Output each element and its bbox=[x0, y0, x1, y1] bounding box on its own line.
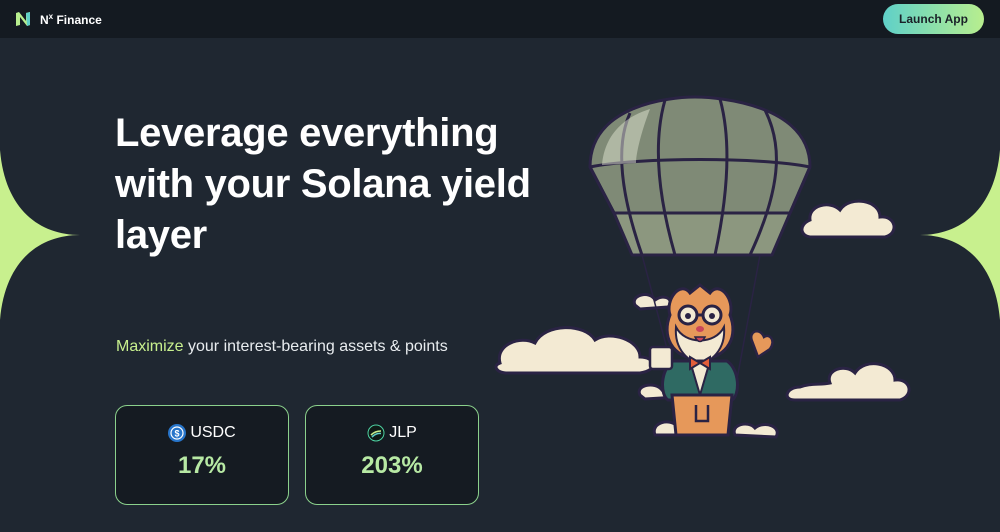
nx-logo-icon bbox=[16, 12, 30, 26]
hero-subtitle: Maximize your interest-bearing assets & … bbox=[116, 338, 448, 356]
subtitle-accent: Maximize bbox=[116, 338, 184, 355]
jlp-label: JLP bbox=[389, 424, 417, 441]
hero-title: Leverage everything with your Solana yie… bbox=[115, 111, 531, 257]
top-nav-bar: Nx Finance Launch App bbox=[0, 0, 1000, 38]
jlp-icon bbox=[367, 424, 386, 442]
launch-app-button[interactable]: Launch App bbox=[883, 4, 984, 34]
svg-text:$: $ bbox=[175, 429, 180, 439]
cat-hot-air-balloon-illustration bbox=[494, 95, 911, 439]
subtitle-rest: your interest-bearing assets & points bbox=[183, 338, 448, 355]
usdc-yield-value: 17% bbox=[177, 452, 227, 479]
right-wave-decoration bbox=[920, 150, 1000, 320]
usdc-card-header: $ USDC bbox=[168, 424, 236, 442]
usdc-label: USDC bbox=[190, 424, 236, 441]
jlp-yield-value: 203% bbox=[361, 452, 423, 479]
jlp-card-header: JLP bbox=[367, 424, 417, 442]
jlp-yield-card[interactable]: JLP 203% bbox=[305, 405, 479, 505]
usdc-icon: $ bbox=[168, 424, 187, 442]
usdc-yield-card[interactable]: $ USDC 17% bbox=[115, 405, 289, 505]
brand-link[interactable]: Nx Finance bbox=[14, 10, 102, 28]
brand-name: Nx Finance bbox=[40, 11, 102, 27]
left-wave-decoration bbox=[0, 150, 80, 320]
